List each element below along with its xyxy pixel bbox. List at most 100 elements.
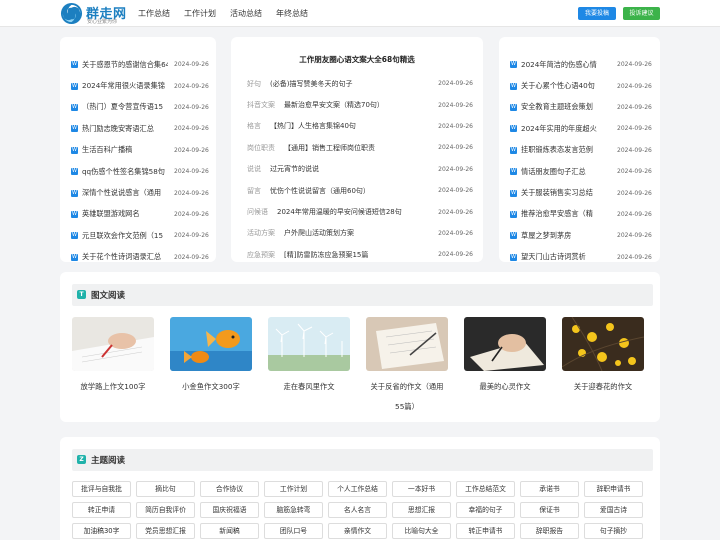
featured-item-title[interactable]: 最新治愈早安文案（精选70句）: [284, 100, 438, 110]
topic-tag[interactable]: 名人名言: [328, 502, 387, 518]
category-tag[interactable]: 抖音文案: [247, 100, 275, 110]
topic-tag[interactable]: 工作总结范文: [456, 481, 515, 497]
nav-item-work-plan[interactable]: 工作计划: [184, 8, 216, 19]
list-item[interactable]: W 元旦联欢会作文范例（15 2024-09-26: [71, 225, 209, 246]
category-tag[interactable]: 问候语: [247, 207, 268, 217]
picture-item[interactable]: 关于迎春花的作文: [562, 317, 644, 417]
featured-item-title[interactable]: 【热门】人生格言集锦40句: [270, 121, 438, 131]
topic-tag[interactable]: 个人工作总结: [328, 481, 387, 497]
list-item-title[interactable]: 推荐治愈早安感言（精: [521, 209, 611, 219]
picture-caption[interactable]: 放学路上作文100字: [72, 377, 154, 397]
featured-item[interactable]: 活动方案 户外爬山活动策划方案 2024-09-26: [247, 223, 473, 244]
featured-item-title[interactable]: (必备)描写赞美冬天的句子: [270, 79, 438, 89]
nav-item-year-end-summary[interactable]: 年终总结: [276, 8, 308, 19]
list-item-title[interactable]: 草屋之梦到茅房: [521, 231, 611, 241]
topic-tag[interactable]: 合作协议: [200, 481, 259, 497]
topic-tag[interactable]: 爱国古诗: [584, 502, 643, 518]
list-item-title[interactable]: 2024年常用很火语录集锦: [82, 81, 168, 91]
category-tag[interactable]: 留言: [247, 186, 261, 196]
topic-tag[interactable]: 团队口号: [264, 523, 323, 539]
featured-item[interactable]: 应急预案 [精]防雷防冻应急预案15篇 2024-09-26: [247, 244, 473, 265]
topic-tag[interactable]: 亲情作文: [328, 523, 387, 539]
topic-tag[interactable]: 辞职报告: [520, 523, 579, 539]
topic-tag[interactable]: 国庆祝福语: [200, 502, 259, 518]
featured-item[interactable]: 抖音文案 最新治愈早安文案（精选70句） 2024-09-26: [247, 94, 473, 115]
yellow-flowers-image[interactable]: [562, 317, 644, 371]
list-item-title[interactable]: 望天门山古诗词赏析: [521, 252, 611, 262]
featured-item-title[interactable]: 过元宵节的说说: [270, 164, 438, 174]
list-item-title[interactable]: （热门）夏令营宣传语15: [82, 102, 168, 112]
list-item[interactable]: W 热门励志晚安寄语汇总 2024-09-26: [71, 118, 209, 139]
list-item[interactable]: W 情话朋友圈句子汇总 2024-09-26: [510, 161, 652, 182]
topic-tag[interactable]: 转正申请: [72, 502, 131, 518]
list-item-title[interactable]: 热门励志晚安寄语汇总: [82, 124, 168, 134]
topic-tag[interactable]: 工作计划: [264, 481, 323, 497]
site-logo[interactable]: 群走网 安心业繁为你: [60, 2, 140, 26]
topic-tag[interactable]: 简历自我评价: [136, 502, 195, 518]
featured-item-title[interactable]: [精]防雷防冻应急预案15篇: [284, 250, 438, 260]
list-item[interactable]: W 生活百科广播稿 2024-09-26: [71, 140, 209, 161]
list-item[interactable]: W 关于服装销售实习总结 2024-09-26: [510, 182, 652, 203]
list-item[interactable]: W 2024年实用的年度超火 2024-09-26: [510, 118, 652, 139]
featured-item[interactable]: 岗位职责 【通用】销售工程师岗位职责 2024-09-26: [247, 137, 473, 158]
picture-item[interactable]: 放学路上作文100字: [72, 317, 154, 417]
wind-turbines-image[interactable]: [268, 317, 350, 371]
list-item[interactable]: W 挂职锻炼表态发言范例 2024-09-26: [510, 140, 652, 161]
list-item-title[interactable]: 情话朋友圈句子汇总: [521, 167, 611, 177]
category-tag[interactable]: 好句: [247, 79, 261, 89]
topic-tag[interactable]: 脑筋急转弯: [264, 502, 323, 518]
picture-item[interactable]: 最美的心灵作文: [464, 317, 546, 417]
category-tag[interactable]: 活动方案: [247, 228, 275, 238]
list-item[interactable]: W 关于感恩节的感谢信合集64 2024-09-26: [71, 54, 209, 75]
topic-tag[interactable]: 加油稿30字: [72, 523, 131, 539]
writing-hand-image[interactable]: [72, 317, 154, 371]
picture-item[interactable]: 关于反省的作文（通用55篇）: [366, 317, 448, 417]
featured-item-title[interactable]: 忧伤个性说说留言（通用60句）: [270, 186, 438, 196]
list-item-title[interactable]: 关于心累个性心语40句: [521, 81, 611, 91]
topic-tag[interactable]: 党员思想汇报: [136, 523, 195, 539]
featured-item-title[interactable]: 2024年常用温暖的早安问候语短信28句: [277, 207, 438, 217]
nav-item-activity-summary[interactable]: 活动总结: [230, 8, 262, 19]
topic-tag[interactable]: 句子摘抄: [584, 523, 643, 539]
list-item[interactable]: W 2024年简洁的伤感心情 2024-09-26: [510, 54, 652, 75]
topic-tag[interactable]: 辞职申请书: [584, 481, 643, 497]
picture-caption[interactable]: 关于迎春花的作文: [562, 377, 644, 397]
list-item-title[interactable]: 深情个性说说感言（通用: [82, 188, 168, 198]
list-item-title[interactable]: 2024年简洁的伤感心情: [521, 60, 611, 70]
list-item-title[interactable]: 2024年实用的年度超火: [521, 124, 611, 134]
topic-tag[interactable]: 思想汇报: [392, 502, 451, 518]
featured-item[interactable]: 好句 (必备)描写赞美冬天的句子 2024-09-26: [247, 73, 473, 94]
topic-tag[interactable]: 幸福的句子: [456, 502, 515, 518]
picture-caption[interactable]: 关于反省的作文（通用55篇）: [366, 377, 448, 417]
featured-item-title[interactable]: 【通用】销售工程师岗位职责: [284, 143, 438, 153]
list-item[interactable]: W 深情个性说说感言（通用 2024-09-26: [71, 182, 209, 203]
list-item[interactable]: W 推荐治愈早安感言（精 2024-09-26: [510, 204, 652, 225]
list-item[interactable]: W 关于心累个性心语40句 2024-09-26: [510, 75, 652, 96]
featured-item[interactable]: 问候语 2024年常用温暖的早安问候语短信28句 2024-09-26: [247, 201, 473, 222]
featured-item[interactable]: 格言 【热门】人生格言集锦40句 2024-09-26: [247, 116, 473, 137]
picture-item[interactable]: 小金鱼作文300字: [170, 317, 252, 417]
featured-item-title[interactable]: 户外爬山活动策划方案: [284, 228, 438, 238]
list-item[interactable]: W （热门）夏令营宣传语15 2024-09-26: [71, 97, 209, 118]
topic-tag[interactable]: 批评与自我批: [72, 481, 131, 497]
category-tag[interactable]: 格言: [247, 121, 261, 131]
picture-item[interactable]: 走在春风里作文: [268, 317, 350, 417]
list-item-title[interactable]: 元旦联欢会作文范例（15: [82, 231, 168, 241]
featured-title[interactable]: 工作朋友圈心语文案大全68句精选: [231, 54, 483, 65]
feedback-button[interactable]: 投诉建议: [623, 7, 660, 20]
list-item-title[interactable]: 生活百科广播稿: [82, 145, 168, 155]
list-item[interactable]: W 英雄联盟游戏网名 2024-09-26: [71, 204, 209, 225]
hand-pen-image[interactable]: [464, 317, 546, 371]
list-item-title[interactable]: 关于感恩节的感谢信合集64: [82, 60, 168, 70]
topic-tag[interactable]: 承诺书: [520, 481, 579, 497]
list-item[interactable]: W 草屋之梦到茅房 2024-09-26: [510, 225, 652, 246]
category-tag[interactable]: 应急预案: [247, 250, 275, 260]
goldfish-image[interactable]: [170, 317, 252, 371]
list-item-title[interactable]: 关于服装销售实习总结: [521, 188, 611, 198]
topic-tag[interactable]: 一本好书: [392, 481, 451, 497]
topic-tag[interactable]: 摘比句: [136, 481, 195, 497]
list-item-title[interactable]: 挂职锻炼表态发言范例: [521, 145, 611, 155]
picture-caption[interactable]: 最美的心灵作文: [464, 377, 546, 397]
picture-caption[interactable]: 小金鱼作文300字: [170, 377, 252, 397]
list-item-title[interactable]: 英雄联盟游戏网名: [82, 209, 168, 219]
